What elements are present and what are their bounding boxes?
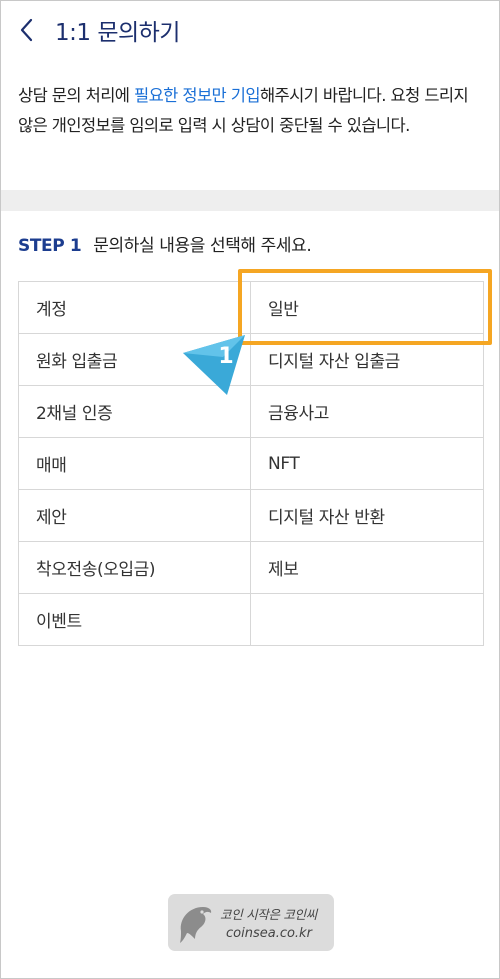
category-option[interactable]: 일반 [251, 282, 484, 334]
watermark-title: 코인 시작은 코인씨 [220, 907, 317, 922]
watermark-url: coinsea.co.kr [226, 926, 312, 941]
step-label: STEP 1 [18, 236, 82, 256]
notice-text: 상담 문의 처리에 필요한 정보만 기입해주시기 바랍니다. 요청 드리지 않은… [18, 81, 480, 141]
category-option[interactable]: 2채널 인증 [19, 386, 251, 438]
watermark: 코인 시작은 코인씨 coinsea.co.kr [168, 894, 334, 951]
dolphin-logo-icon [175, 901, 215, 945]
category-option[interactable]: 제보 [251, 542, 484, 594]
category-option[interactable]: 매매 [19, 438, 251, 490]
category-option[interactable]: 제안 [19, 490, 251, 542]
page-title: 1:1 문의하기 [55, 20, 180, 46]
empty-grid-cell [251, 594, 484, 646]
category-option[interactable]: 원화 입출금 [19, 334, 251, 386]
notice-highlight: 필요한 정보만 기입 [134, 86, 261, 105]
category-option[interactable]: NFT [251, 438, 484, 490]
notice-text-part1: 상담 문의 처리에 [18, 86, 134, 105]
category-option[interactable]: 금융사고 [251, 386, 484, 438]
category-option[interactable]: 착오전송(오입금) [19, 542, 251, 594]
category-option[interactable]: 계정 [19, 282, 251, 334]
category-grid: 계정 일반 원화 입출금 디지털 자산 입출금 2채널 인증 금융사고 매매 N… [18, 281, 484, 646]
step-heading: STEP 1 문의하실 내용을 선택해 주세요. [18, 231, 312, 256]
section-divider [1, 190, 499, 211]
category-option[interactable]: 디지털 자산 반환 [251, 490, 484, 542]
header-bar: 1:1 문의하기 [1, 1, 499, 63]
category-option[interactable]: 이벤트 [19, 594, 251, 646]
step-instruction: 문의하실 내용을 선택해 주세요. [93, 236, 312, 256]
category-option[interactable]: 디지털 자산 입출금 [251, 334, 484, 386]
back-arrow-icon[interactable] [15, 15, 43, 45]
